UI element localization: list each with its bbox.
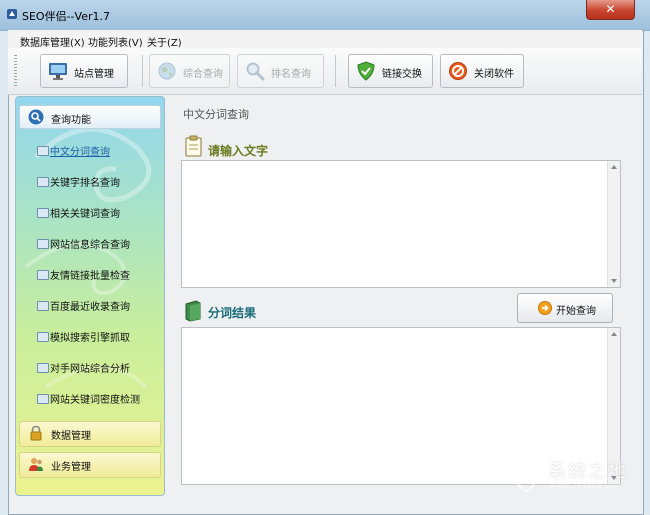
- link-exchange-label: 链接交换: [382, 69, 422, 80]
- business-management-label: 业务管理: [51, 462, 91, 473]
- watermark-text: 系统之地: [548, 461, 628, 482]
- rank-query-label: 排名查询: [271, 69, 311, 80]
- toolbar-grip[interactable]: [14, 55, 17, 87]
- rank-query-button[interactable]: 排名查询: [237, 54, 324, 88]
- link-exchange-button[interactable]: 链接交换: [348, 54, 433, 88]
- search-icon: [28, 109, 44, 125]
- watermark: 系统之地 www.283868.com: [510, 455, 640, 495]
- input-section-title: 请输入文字: [208, 144, 269, 158]
- query-functions-header[interactable]: 查询功能: [19, 105, 161, 129]
- shield-icon: [357, 61, 375, 81]
- window-icon: [37, 239, 49, 249]
- book-icon: [185, 300, 201, 322]
- start-query-label: 开始查询: [556, 306, 596, 317]
- sidebar: 查询功能 中文分词查询 关键字排名查询 相关关键词查询 网站信息综合查询 友情链…: [15, 96, 165, 496]
- close-software-button[interactable]: 关闭软件: [440, 54, 524, 88]
- result-section-title: 分词结果: [208, 306, 257, 320]
- start-query-button[interactable]: 开始查询: [517, 293, 613, 323]
- menu-functions[interactable]: 功能列表(V): [88, 34, 143, 49]
- page-title: 中文分词查询: [183, 108, 249, 121]
- sidebar-item-label: 中文分词查询: [50, 147, 110, 158]
- users-icon: [29, 458, 43, 471]
- monitor-icon: [49, 63, 67, 80]
- query-functions-label: 查询功能: [51, 115, 91, 126]
- data-management-header[interactable]: 数据管理: [19, 421, 161, 447]
- scroll-down-icon[interactable]: [611, 279, 617, 283]
- sidebar-item-label: 网站关键词密度检测: [50, 395, 140, 406]
- menu-database[interactable]: 数据库管理(X): [20, 34, 85, 49]
- close-software-label: 关闭软件: [474, 69, 514, 80]
- sidebar-item-label: 百度最近收录查询: [50, 302, 130, 313]
- magnifier-icon: [246, 62, 265, 81]
- site-manage-button[interactable]: 站点管理: [40, 54, 128, 88]
- toolbar-separator: [335, 55, 336, 87]
- stop-icon: [449, 62, 467, 80]
- window-icon: [37, 146, 49, 156]
- window-icon: [37, 332, 49, 342]
- sidebar-item-label: 关键字排名查询: [50, 178, 120, 189]
- arrow-right-icon: [538, 301, 552, 315]
- app-icon: [7, 9, 17, 19]
- title-bar[interactable]: SEO伴侣--Ver1.7 ✕: [0, 0, 650, 31]
- business-management-header[interactable]: 业务管理: [19, 452, 161, 478]
- window-icon: [37, 363, 49, 373]
- toolbar-separator: [142, 55, 143, 87]
- window-icon: [37, 394, 49, 404]
- input-scrollbar[interactable]: [607, 161, 620, 287]
- scroll-up-icon[interactable]: [611, 165, 617, 169]
- overall-query-button[interactable]: 综合查询: [149, 54, 230, 88]
- close-button[interactable]: ✕: [586, 0, 635, 20]
- window-title: SEO伴侣--Ver1.7: [22, 10, 110, 23]
- site-manage-label: 站点管理: [74, 69, 114, 80]
- toolbar: 站点管理 综合查询 排名查询 链接交换 关闭软件: [8, 48, 642, 95]
- overall-query-label: 综合查询: [183, 69, 223, 80]
- clipboard-icon: [185, 135, 202, 157]
- window-icon: [37, 270, 49, 280]
- shield-logo-icon: [510, 455, 542, 493]
- window-icon: [37, 177, 49, 187]
- window-icon: [37, 208, 49, 218]
- watermark-url: www.283868.com: [550, 481, 622, 490]
- sidebar-item-label: 网站信息综合查询: [50, 240, 130, 251]
- sidebar-item-label: 友情链接批量检查: [50, 271, 130, 282]
- data-management-label: 数据管理: [51, 431, 91, 442]
- sidebar-item-label: 模拟搜索引擎抓取: [50, 333, 130, 344]
- window-icon: [37, 301, 49, 311]
- input-textarea[interactable]: [181, 160, 621, 288]
- globe-icon: [158, 62, 176, 80]
- sidebar-item-label: 相关关键词查询: [50, 209, 120, 220]
- lock-icon: [30, 425, 42, 441]
- menu-about[interactable]: 关于(Z): [147, 34, 182, 49]
- scroll-up-icon[interactable]: [611, 332, 617, 336]
- sidebar-item-label: 对手网站综合分析: [50, 364, 130, 375]
- menu-bar: 数据库管理(X) 功能列表(V) 关于(Z): [8, 30, 642, 49]
